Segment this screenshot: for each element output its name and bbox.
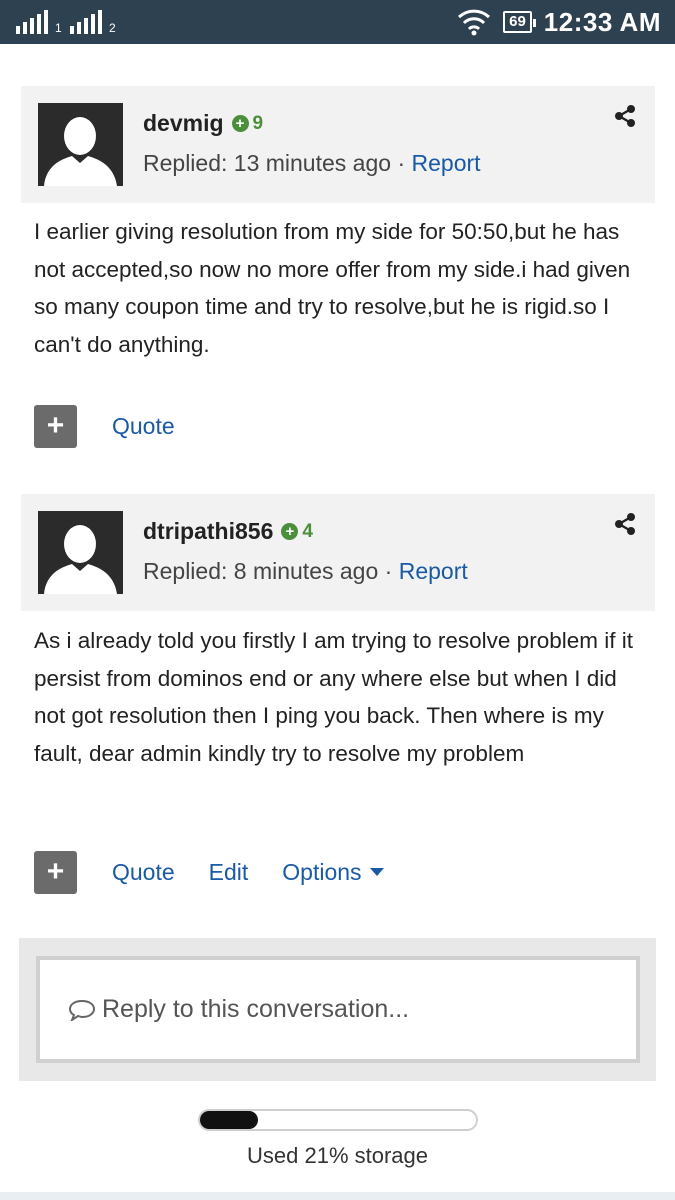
reply-container: Reply to this conversation... — [19, 938, 656, 1081]
username[interactable]: devmig — [143, 110, 224, 137]
post-actions: + Quote — [34, 403, 209, 449]
storage-progress-fill — [200, 1111, 258, 1129]
report-link[interactable]: Report — [399, 558, 468, 584]
report-link[interactable]: Report — [412, 150, 481, 176]
plus-circle-icon: + — [281, 523, 299, 540]
wifi-icon — [458, 9, 491, 36]
options-label: Options — [282, 858, 362, 885]
user-silhouette-icon — [38, 511, 123, 594]
battery-icon: 69 — [503, 11, 536, 33]
username[interactable]: dtripathi856 — [143, 518, 273, 545]
quote-button[interactable]: Quote — [112, 413, 175, 440]
separator: · — [384, 558, 393, 584]
post-body: As i already told you firstly I am tryin… — [34, 628, 633, 766]
share-icon[interactable] — [613, 512, 637, 536]
signal-icon-sim2: 2 — [70, 10, 116, 34]
post-header: dtripathi856 + 4 Replied: 8 minutes ago … — [21, 494, 655, 611]
separator: · — [397, 150, 406, 176]
plus-circle-icon: + — [231, 115, 249, 132]
sim1-label: 1 — [55, 21, 62, 35]
post-actions: + Quote Edit Options — [34, 849, 418, 895]
storage-progress-bar — [198, 1109, 478, 1131]
reputation-badge: + 4 — [281, 521, 313, 543]
edit-button[interactable]: Edit — [209, 859, 249, 886]
chevron-down-icon — [369, 868, 384, 876]
plus-button[interactable]: + — [34, 850, 77, 894]
sim2-label: 2 — [109, 21, 116, 35]
plus-button[interactable]: + — [34, 404, 77, 448]
signal-icon-sim1: 1 — [16, 10, 62, 34]
reply-placeholder: Reply to this conversation... — [102, 995, 410, 1023]
status-time: 12:33 AM — [543, 6, 661, 37]
storage-label: Used 21% storage — [247, 1143, 428, 1168]
bottom-divider — [0, 1192, 675, 1200]
reputation-count: 9 — [252, 112, 264, 134]
share-icon[interactable] — [613, 104, 637, 128]
reply-input[interactable]: Reply to this conversation... — [36, 956, 640, 1063]
avatar[interactable] — [38, 103, 123, 186]
plus-icon: + — [46, 855, 65, 888]
options-button[interactable]: Options — [282, 858, 384, 886]
reputation-count: 4 — [302, 520, 313, 542]
post-body: I earlier giving resolution from my side… — [34, 219, 631, 357]
speech-bubble-icon — [68, 999, 96, 1021]
reputation-badge: + 9 — [231, 112, 264, 135]
avatar[interactable] — [38, 511, 123, 594]
post-header: devmig + 9 Replied: 13 minutes ago · Rep… — [21, 86, 655, 203]
replied-time: Replied: 8 minutes ago — [143, 558, 379, 584]
status-bar: 1 2 69 12:33 AM — [0, 0, 675, 44]
user-silhouette-icon — [38, 103, 123, 186]
plus-icon: + — [46, 409, 65, 442]
replied-time: Replied: 13 minutes ago — [143, 150, 392, 176]
quote-button[interactable]: Quote — [112, 859, 175, 886]
